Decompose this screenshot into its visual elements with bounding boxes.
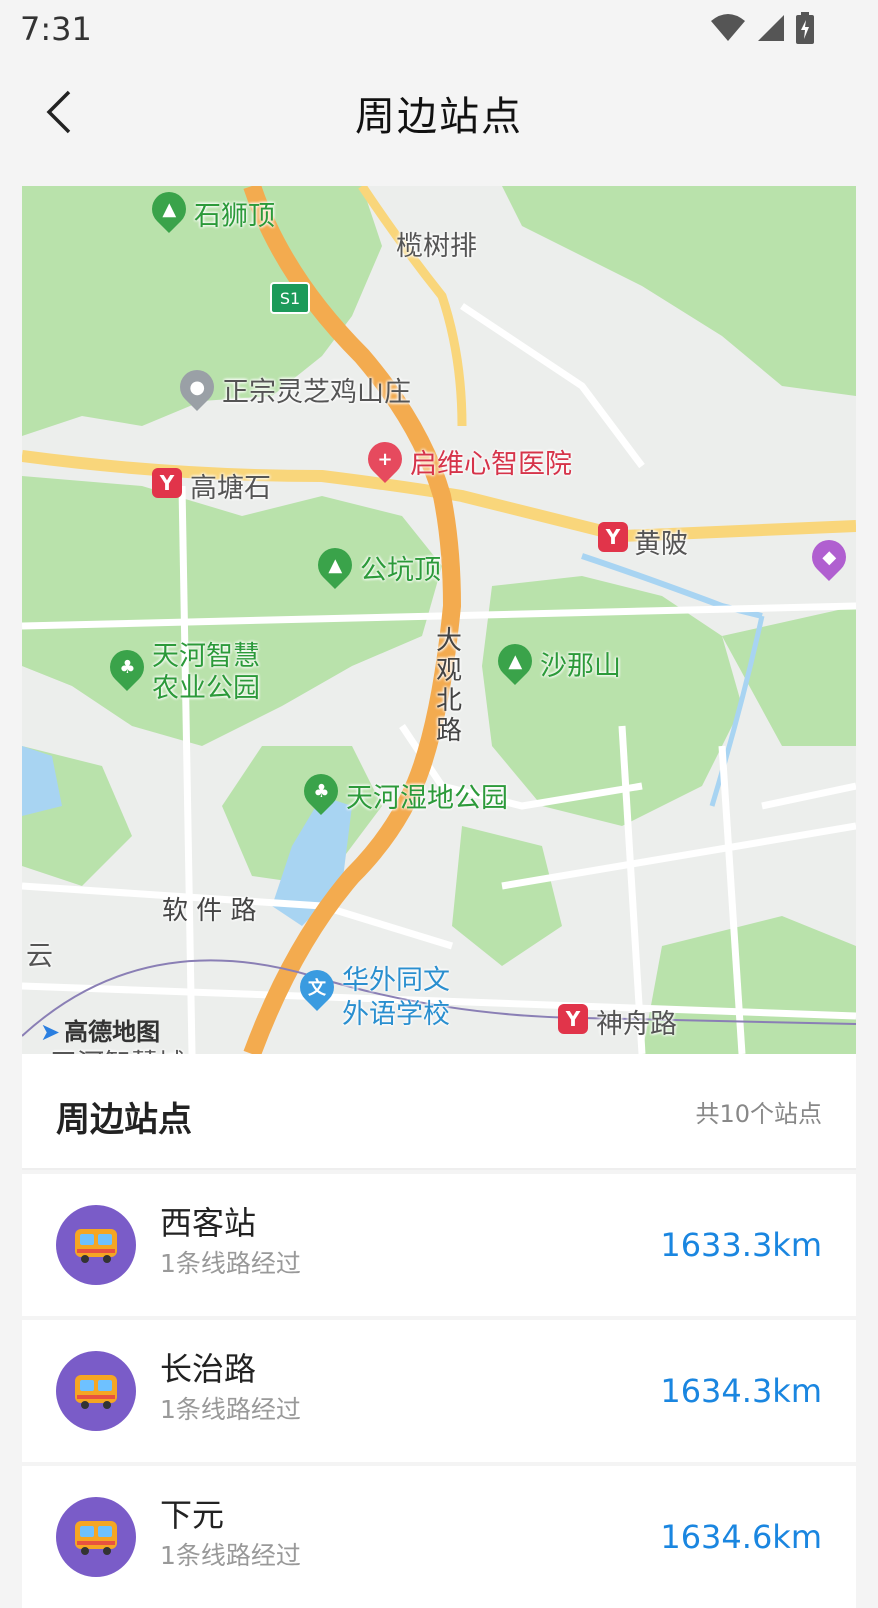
poi-label: 农业公园	[152, 673, 260, 704]
status-time: 7:31	[20, 10, 92, 48]
wifi-icon	[711, 14, 745, 41]
bus-icon	[56, 1205, 136, 1285]
metro-icon: Y	[558, 1004, 588, 1034]
station-name: 西客站	[160, 1204, 257, 1242]
highway-shield: S1	[270, 282, 310, 314]
station-lines: 1条线路经过	[160, 1395, 301, 1424]
station-list-panel: 周边站点 共10个站点 西客站 1条线路经过 1633.3km 长治路 1条线路…	[22, 1054, 856, 1608]
cellular-signal-icon	[758, 15, 784, 41]
map-view[interactable]: ▲ 石狮顶 榄树排 S1 ● 正宗灵芝鸡山庄 + 启维心智医院 Y 高塘石 Y …	[22, 186, 856, 1054]
station-distance: 1634.3km	[660, 1372, 822, 1410]
metro-label: 高塘石	[190, 473, 271, 504]
road-label: 大观北路	[436, 626, 463, 746]
map-canvas	[22, 186, 856, 1054]
metro-label: 黄陂	[634, 529, 688, 560]
battery-charging-icon	[796, 12, 814, 44]
status-icons	[710, 12, 814, 44]
poi-label: 正宗灵芝鸡山庄	[222, 377, 411, 408]
station-count: 共10个站点	[695, 1100, 822, 1128]
station-item[interactable]: 西客站 1条线路经过 1633.3km	[22, 1174, 856, 1316]
station-distance: 1634.6km	[660, 1518, 822, 1556]
poi-label: 沙那山	[540, 651, 621, 682]
station-name: 长治路	[160, 1350, 257, 1388]
map-logo-text: 高德地图	[64, 1018, 161, 1046]
bus-icon	[56, 1351, 136, 1431]
station-list-header: 周边站点 共10个站点	[22, 1054, 856, 1170]
metro-label: 神舟路	[596, 1009, 677, 1040]
app-bar: 周边站点	[0, 62, 878, 162]
road-label: 软 件 路	[162, 896, 257, 926]
place-label: 云	[26, 941, 53, 972]
station-lines: 1条线路经过	[160, 1249, 301, 1278]
station-item[interactable]: 下元 1条线路经过 1634.6km	[22, 1466, 856, 1608]
navigation-arrow-icon: ➤	[40, 1018, 61, 1046]
station-item[interactable]: 长治路 1条线路经过 1634.3km	[22, 1320, 856, 1462]
map-provider-logo: ➤ 高德地图	[40, 1012, 160, 1047]
station-list-title: 周边站点	[56, 1100, 192, 1140]
station-name: 下元	[160, 1496, 225, 1534]
page-title: 周边站点	[355, 94, 523, 140]
poi-label: 天河湿地公园	[346, 783, 508, 814]
place-label: 榄树排	[396, 231, 477, 262]
poi-label: 公坑顶	[360, 555, 441, 586]
poi-label: 外语学校	[342, 999, 450, 1030]
metro-icon: Y	[152, 468, 182, 498]
station-lines: 1条线路经过	[160, 1541, 301, 1570]
metro-icon: Y	[598, 522, 628, 552]
status-bar: 7:31	[0, 0, 878, 62]
poi-label: 石狮顶	[194, 201, 275, 232]
station-distance: 1633.3km	[660, 1226, 822, 1264]
bus-icon	[56, 1497, 136, 1577]
poi-label: 启维心智医院	[410, 449, 572, 480]
